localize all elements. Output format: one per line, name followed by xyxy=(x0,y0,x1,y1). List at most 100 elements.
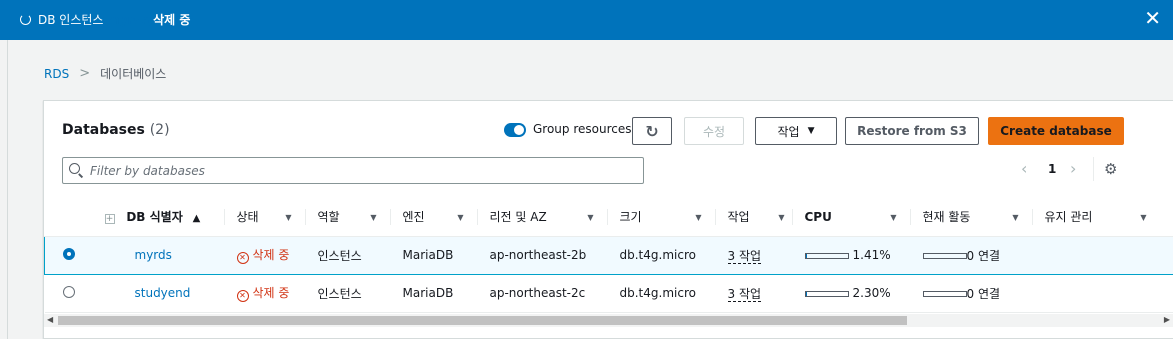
panel-title-text: Databases xyxy=(62,122,145,138)
activity-value: 0 연결 xyxy=(966,286,1001,301)
column-label: 크기 xyxy=(619,210,642,225)
row-radio-selected[interactable] xyxy=(63,247,75,260)
row-radio[interactable] xyxy=(62,285,75,298)
column-label: 리전 및 AZ xyxy=(489,210,547,225)
status-cell: ✕ 삭제 중 xyxy=(224,274,306,313)
activity-bar xyxy=(922,253,967,259)
status-text: 삭제 중 xyxy=(252,248,290,262)
cpu-bar xyxy=(804,252,849,259)
maintenance-cell xyxy=(1032,274,1173,313)
column-label: 엔진 xyxy=(402,210,425,225)
cpu-cell: 1.41% xyxy=(792,235,911,275)
page-number[interactable]: 1 xyxy=(1048,162,1056,176)
column-engine[interactable]: 엔진 ▼ xyxy=(390,198,478,237)
table-row[interactable]: studyend ✕ 삭제 중 인스턴스 MariaDB ap-northeast… xyxy=(44,274,1173,313)
banner-prefix: DB 인스턴스 xyxy=(38,13,104,27)
engine-cell: MariaDB xyxy=(390,235,478,275)
filter-input[interactable] xyxy=(90,162,630,180)
actions-count[interactable]: 3 작업 xyxy=(727,286,762,302)
column-region[interactable]: 리전 및 AZ ▼ xyxy=(477,198,608,237)
caret-down-icon: ▼ xyxy=(695,213,702,222)
db-identifier-cell: studyend xyxy=(94,274,225,313)
column-label: 역할 xyxy=(317,210,340,225)
column-label: CPU xyxy=(804,209,832,224)
error-circle-icon: ✕ xyxy=(236,290,249,302)
group-resources-label: Group resources xyxy=(533,122,632,136)
close-icon[interactable]: ✕ xyxy=(1144,8,1161,28)
table-header-row: + DB 식별자 ▲ 상태 ▼ 역할 ▼ 엔진 ▼ 리전 및 AZ ▼ 크기 ▼ 작업 ▼ … xyxy=(44,198,1173,237)
breadcrumb: RDS > 데이터베이스 xyxy=(44,65,166,82)
prev-page-icon[interactable]: ‹ xyxy=(1021,159,1027,178)
modify-button[interactable]: 수정 xyxy=(684,117,744,145)
activity-cell: 0 연결 xyxy=(910,235,1033,275)
databases-table: + DB 식별자 ▲ 상태 ▼ 역할 ▼ 엔진 ▼ 리전 및 AZ ▼ 크기 ▼ 작업 ▼ … xyxy=(44,198,1173,313)
cpu-bar-fill xyxy=(805,253,807,258)
gear-icon[interactable]: ⚙ xyxy=(1104,160,1117,178)
caret-down-icon: ▼ xyxy=(285,213,292,222)
cpu-bar xyxy=(804,290,849,297)
actions-count[interactable]: 3 작업 xyxy=(727,248,762,264)
caret-down-icon: ▼ xyxy=(1012,213,1019,222)
restore-from-s3-button[interactable]: Restore from S3 xyxy=(845,117,979,145)
column-label: 현재 활동 xyxy=(922,210,971,225)
expand-icon[interactable]: + xyxy=(104,214,115,225)
activity-value: 0 연결 xyxy=(966,248,1001,263)
cpu-value: 1.41% xyxy=(852,248,891,262)
column-label: 상태 xyxy=(236,210,259,225)
caret-down-icon: ▼ xyxy=(457,213,464,222)
panel-title: Databases (2) xyxy=(62,122,170,138)
region-cell: ap-northeast-2c xyxy=(477,274,608,313)
column-role[interactable]: 역할 ▼ xyxy=(305,198,391,237)
status-text: 삭제 중 xyxy=(252,286,290,300)
size-cell: db.t4g.micro xyxy=(607,274,716,313)
loading-spinner-icon xyxy=(20,14,31,25)
banner-instance-link[interactable]: myrds xyxy=(107,13,149,27)
db-identifier-cell: myrds xyxy=(94,235,225,275)
column-cpu[interactable]: CPU ▼ xyxy=(792,198,911,237)
db-identifier-link[interactable]: studyend xyxy=(135,286,191,300)
status-cell: ✕ 삭제 중 xyxy=(224,235,306,275)
horizontal-scrollbar[interactable]: ◀ ▶ xyxy=(44,314,1173,327)
refresh-button[interactable]: ↻ xyxy=(632,117,672,145)
databases-panel: Databases (2) Group resources ↻ 수정 작업 ▼ R… xyxy=(43,100,1173,339)
column-actions[interactable]: 작업 ▼ xyxy=(715,198,793,237)
row-select-cell[interactable] xyxy=(44,235,95,275)
next-page-icon[interactable]: › xyxy=(1070,159,1076,178)
region-cell: ap-northeast-2b xyxy=(477,235,608,275)
sort-ascending-icon: ▲ xyxy=(192,213,201,225)
table-row[interactable]: myrds ✕ 삭제 중 인스턴스 MariaDB ap-northeast-2b… xyxy=(44,235,1173,275)
cpu-cell: 2.30% xyxy=(792,274,911,313)
column-size[interactable]: 크기 ▼ xyxy=(607,198,716,237)
filter-box xyxy=(62,157,644,184)
caret-down-icon: ▼ xyxy=(1140,213,1147,222)
actions-dropdown[interactable]: 작업 ▼ xyxy=(755,117,837,145)
group-resources-toggle[interactable] xyxy=(504,123,526,137)
row-select-cell[interactable] xyxy=(44,274,95,313)
column-db-identifier[interactable]: + DB 식별자 ▲ xyxy=(94,198,225,237)
column-status[interactable]: 상태 ▼ xyxy=(224,198,306,237)
maintenance-cell xyxy=(1032,235,1173,275)
scroll-left-icon[interactable]: ◀ xyxy=(47,315,53,324)
select-column-header xyxy=(44,198,95,237)
flash-banner: DB 인스턴스 myrds 삭제 중 ✕ xyxy=(0,0,1173,40)
actions-cell: 3 작업 xyxy=(715,235,793,275)
column-label: 작업 xyxy=(727,210,750,225)
role-cell: 인스턴스 xyxy=(305,235,391,275)
engine-cell: MariaDB xyxy=(390,274,478,313)
refresh-icon: ↻ xyxy=(645,121,659,141)
column-activity[interactable]: 현재 활동 ▼ xyxy=(910,198,1033,237)
db-identifier-link[interactable]: myrds xyxy=(135,248,172,262)
pager-divider xyxy=(1093,157,1094,181)
column-label: 유지 관리 xyxy=(1044,210,1093,225)
scroll-right-icon[interactable]: ▶ xyxy=(1164,315,1170,324)
activity-bar xyxy=(922,291,967,297)
breadcrumb-rds[interactable]: RDS xyxy=(44,67,69,81)
banner-suffix: 삭제 중 xyxy=(153,13,191,27)
cpu-value: 2.30% xyxy=(852,286,891,300)
actions-label: 작업 xyxy=(777,124,800,139)
caret-down-icon: ▼ xyxy=(807,126,815,136)
create-database-button[interactable]: Create database xyxy=(988,117,1124,145)
column-maintenance[interactable]: 유지 관리 ▼ xyxy=(1032,198,1173,237)
scrollbar-thumb[interactable] xyxy=(58,316,907,325)
size-cell: db.t4g.micro xyxy=(607,235,716,275)
